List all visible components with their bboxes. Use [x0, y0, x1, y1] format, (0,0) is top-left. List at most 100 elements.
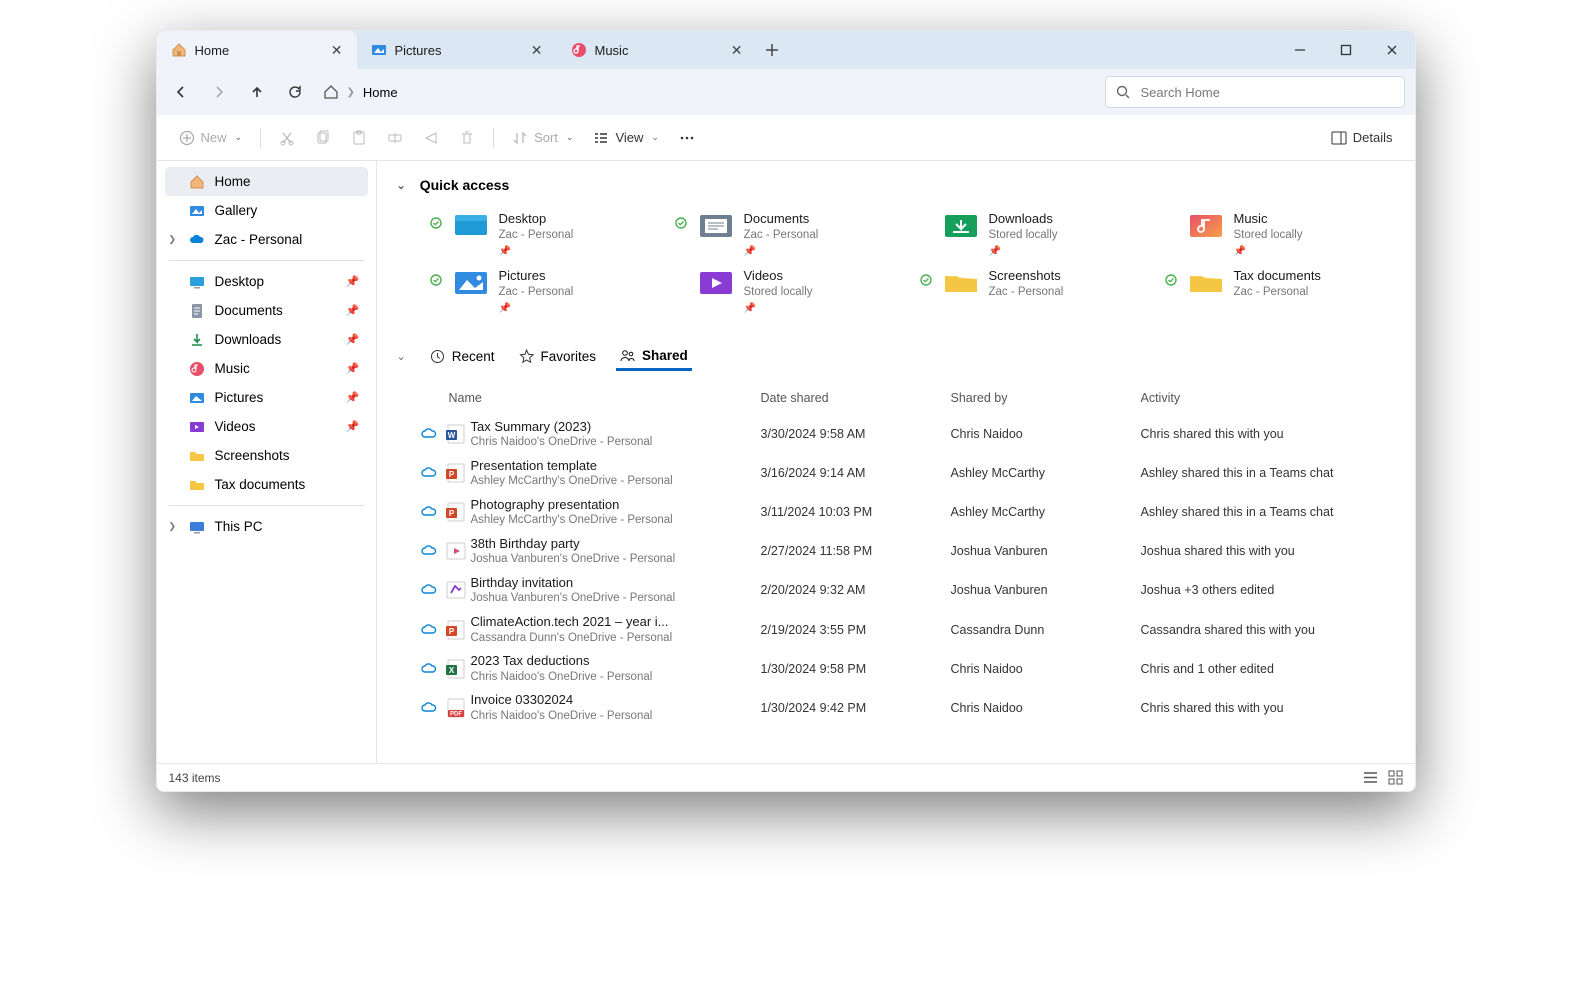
folder-icon: [943, 268, 979, 298]
folder-location: Zac - Personal: [499, 285, 574, 300]
sidebar-item-onedrive[interactable]: ❯ Zac - Personal: [165, 225, 368, 254]
breadcrumb[interactable]: ❯ Home: [315, 84, 1103, 100]
sort-icon: [512, 130, 528, 146]
sidebar-item-thispc[interactable]: ❯ This PC: [165, 512, 368, 541]
tab-shared[interactable]: Shared: [616, 343, 692, 371]
search-input[interactable]: Search Home: [1105, 76, 1405, 108]
folder-location: Stored locally: [989, 228, 1058, 243]
tab-label: Pictures: [395, 43, 442, 58]
folder-name: Music: [1234, 211, 1303, 228]
maximize-button[interactable]: [1323, 31, 1369, 69]
folder-location: Stored locally: [744, 285, 813, 300]
cloud-status-icon: [417, 661, 441, 677]
cloud-status-icon: [417, 504, 441, 520]
column-activity[interactable]: Activity: [1141, 391, 1395, 405]
close-icon[interactable]: ✕: [729, 40, 745, 61]
tab-favorites[interactable]: Favorites: [515, 344, 601, 369]
quick-access-item[interactable]: VideosStored locally📌: [670, 266, 905, 317]
sidebar-item-downloads[interactable]: Downloads📌: [165, 325, 368, 354]
cut-button[interactable]: [271, 126, 303, 150]
file-date: 2/20/2024 9:32 AM: [761, 583, 951, 597]
details-pane-button[interactable]: Details: [1323, 126, 1401, 150]
quick-access-item[interactable]: DesktopZac - Personal📌: [425, 209, 660, 260]
pin-icon: 📌: [346, 304, 360, 317]
more-button[interactable]: [671, 126, 703, 150]
close-icon[interactable]: ✕: [529, 40, 545, 61]
file-row[interactable]: PPresentation templateAshley McCarthy's …: [377, 454, 1415, 493]
paste-icon: [351, 130, 367, 146]
chevron-right-icon[interactable]: ❯: [169, 234, 177, 245]
rename-button[interactable]: [379, 126, 411, 150]
chevron-right-icon[interactable]: ❯: [169, 521, 177, 532]
file-shared-by: Ashley McCarthy: [951, 505, 1141, 519]
quick-access-item[interactable]: ScreenshotsZac - Personal: [915, 266, 1150, 317]
file-row[interactable]: WTax Summary (2023)Chris Naidoo's OneDri…: [377, 415, 1415, 454]
content-area: ⌄ Quick access DesktopZac - Personal📌Doc…: [377, 161, 1415, 763]
file-row[interactable]: PPhotography presentationAshley McCarthy…: [377, 493, 1415, 532]
file-row[interactable]: PDFInvoice 03302024Chris Naidoo's OneDri…: [377, 688, 1415, 727]
sort-button[interactable]: Sort⌄: [504, 126, 581, 150]
new-button[interactable]: New⌄: [171, 126, 251, 150]
refresh-button[interactable]: [277, 74, 313, 110]
quick-access-header[interactable]: ⌄ Quick access: [377, 171, 1415, 209]
quick-access-item[interactable]: DocumentsZac - Personal📌: [670, 209, 905, 260]
sidebar-item-videos[interactable]: Videos📌: [165, 412, 368, 441]
delete-button[interactable]: [451, 126, 483, 150]
sync-status-icon: [919, 268, 933, 286]
copy-button[interactable]: [307, 126, 339, 150]
file-shared-by: Chris Naidoo: [951, 427, 1141, 441]
column-by[interactable]: Shared by: [951, 391, 1141, 405]
music-icon: [571, 42, 587, 58]
forward-button[interactable]: [201, 74, 237, 110]
file-type-icon: P: [441, 501, 471, 523]
column-name[interactable]: Name: [449, 391, 761, 405]
close-icon[interactable]: ✕: [329, 40, 345, 61]
paste-button[interactable]: [343, 126, 375, 150]
sidebar-item-home[interactable]: Home: [165, 167, 368, 196]
star-icon: [519, 349, 534, 364]
back-button[interactable]: [163, 74, 199, 110]
share-icon: [423, 130, 439, 146]
file-shared-by: Joshua Vanburen: [951, 583, 1141, 597]
view-button[interactable]: View⌄: [585, 126, 667, 150]
sidebar-item-desktop[interactable]: Desktop📌: [165, 267, 368, 296]
quick-access-item[interactable]: Tax documentsZac - Personal: [1160, 266, 1395, 317]
sidebar-item-gallery[interactable]: Gallery: [165, 196, 368, 225]
quick-access-item[interactable]: MusicStored locally📌: [1160, 209, 1395, 260]
share-button[interactable]: [415, 126, 447, 150]
details-view-icon[interactable]: [1363, 770, 1378, 785]
tab-pictures[interactable]: Pictures ✕: [357, 31, 557, 69]
svg-text:P: P: [448, 509, 454, 518]
quick-access-item[interactable]: DownloadsStored locally📌: [915, 209, 1150, 260]
tab-home[interactable]: Home ✕: [157, 31, 357, 69]
file-date: 3/16/2024 9:14 AM: [761, 466, 951, 480]
chevron-down-icon[interactable]: ⌄: [397, 179, 406, 192]
sync-status-icon: [674, 211, 688, 229]
file-row[interactable]: X2023 Tax deductionsChris Naidoo's OneDr…: [377, 649, 1415, 688]
file-location: Cassandra Dunn's OneDrive - Personal: [471, 631, 761, 647]
file-type-icon: W: [441, 423, 471, 445]
file-location: Joshua Vanburen's OneDrive - Personal: [471, 552, 761, 568]
navbar: ❯ Home Search Home: [157, 69, 1415, 115]
window-controls: [1277, 31, 1415, 69]
tab-recent[interactable]: Recent: [426, 344, 499, 369]
file-shared-by: Chris Naidoo: [951, 662, 1141, 676]
sidebar-item-music[interactable]: Music📌: [165, 354, 368, 383]
column-date[interactable]: Date shared: [761, 391, 951, 405]
file-row[interactable]: Birthday invitationJoshua Vanburen's One…: [377, 571, 1415, 610]
tab-music[interactable]: Music ✕: [557, 31, 757, 69]
cloud-status-icon: [417, 622, 441, 638]
file-row[interactable]: PClimateAction.tech 2021 – year i...Cass…: [377, 610, 1415, 649]
close-window-button[interactable]: [1369, 31, 1415, 69]
sidebar-item-pictures[interactable]: Pictures📌: [165, 383, 368, 412]
minimize-button[interactable]: [1277, 31, 1323, 69]
quick-access-item[interactable]: PicturesZac - Personal📌: [425, 266, 660, 317]
new-tab-button[interactable]: [757, 35, 787, 65]
tiles-view-icon[interactable]: [1388, 770, 1403, 785]
chevron-down-icon[interactable]: ⌄: [397, 350, 406, 363]
up-button[interactable]: [239, 74, 275, 110]
file-row[interactable]: 38th Birthday partyJoshua Vanburen's One…: [377, 532, 1415, 571]
sidebar-item-documents[interactable]: Documents📌: [165, 296, 368, 325]
sidebar-item-tax[interactable]: Tax documents: [165, 470, 368, 499]
sidebar-item-screenshots[interactable]: Screenshots: [165, 441, 368, 470]
